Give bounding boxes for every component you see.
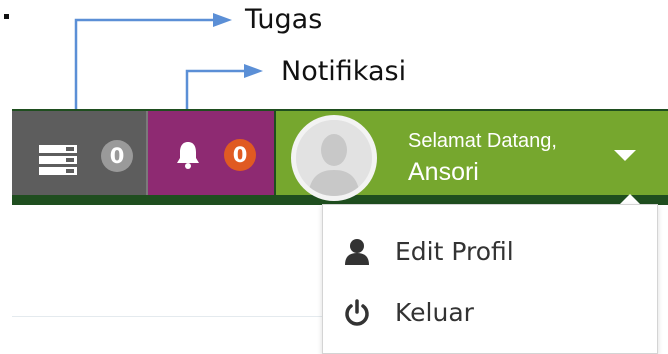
notifikasi-arrowhead	[244, 64, 263, 78]
content-divider	[12, 316, 330, 317]
menu-item-edit-profile[interactable]: Edit Profil	[323, 224, 659, 282]
menu-item-label: Keluar	[395, 298, 474, 327]
callout-label-notifications: Notifikasi	[281, 56, 407, 87]
menu-item-label: Edit Profil	[395, 237, 514, 266]
welcome-text: Selamat Datang,	[408, 130, 557, 152]
username: Ansori	[408, 158, 479, 186]
user-avatar-placeholder-icon	[296, 120, 372, 196]
notifications-count-badge: 0	[224, 139, 256, 171]
avatar[interactable]	[291, 115, 377, 201]
power-icon	[345, 299, 369, 326]
tasks-count-badge: 0	[101, 140, 133, 172]
callout-label-tasks: Tugas	[245, 4, 323, 35]
tasks-icon	[39, 145, 77, 175]
chevron-down-icon[interactable]	[614, 150, 636, 161]
bell-icon	[177, 142, 199, 169]
user-dropdown-menu: Edit Profil Keluar	[322, 204, 658, 354]
menu-item-logout[interactable]: Keluar	[323, 285, 659, 343]
user-icon	[345, 239, 369, 265]
tugas-arrowhead	[213, 13, 232, 27]
